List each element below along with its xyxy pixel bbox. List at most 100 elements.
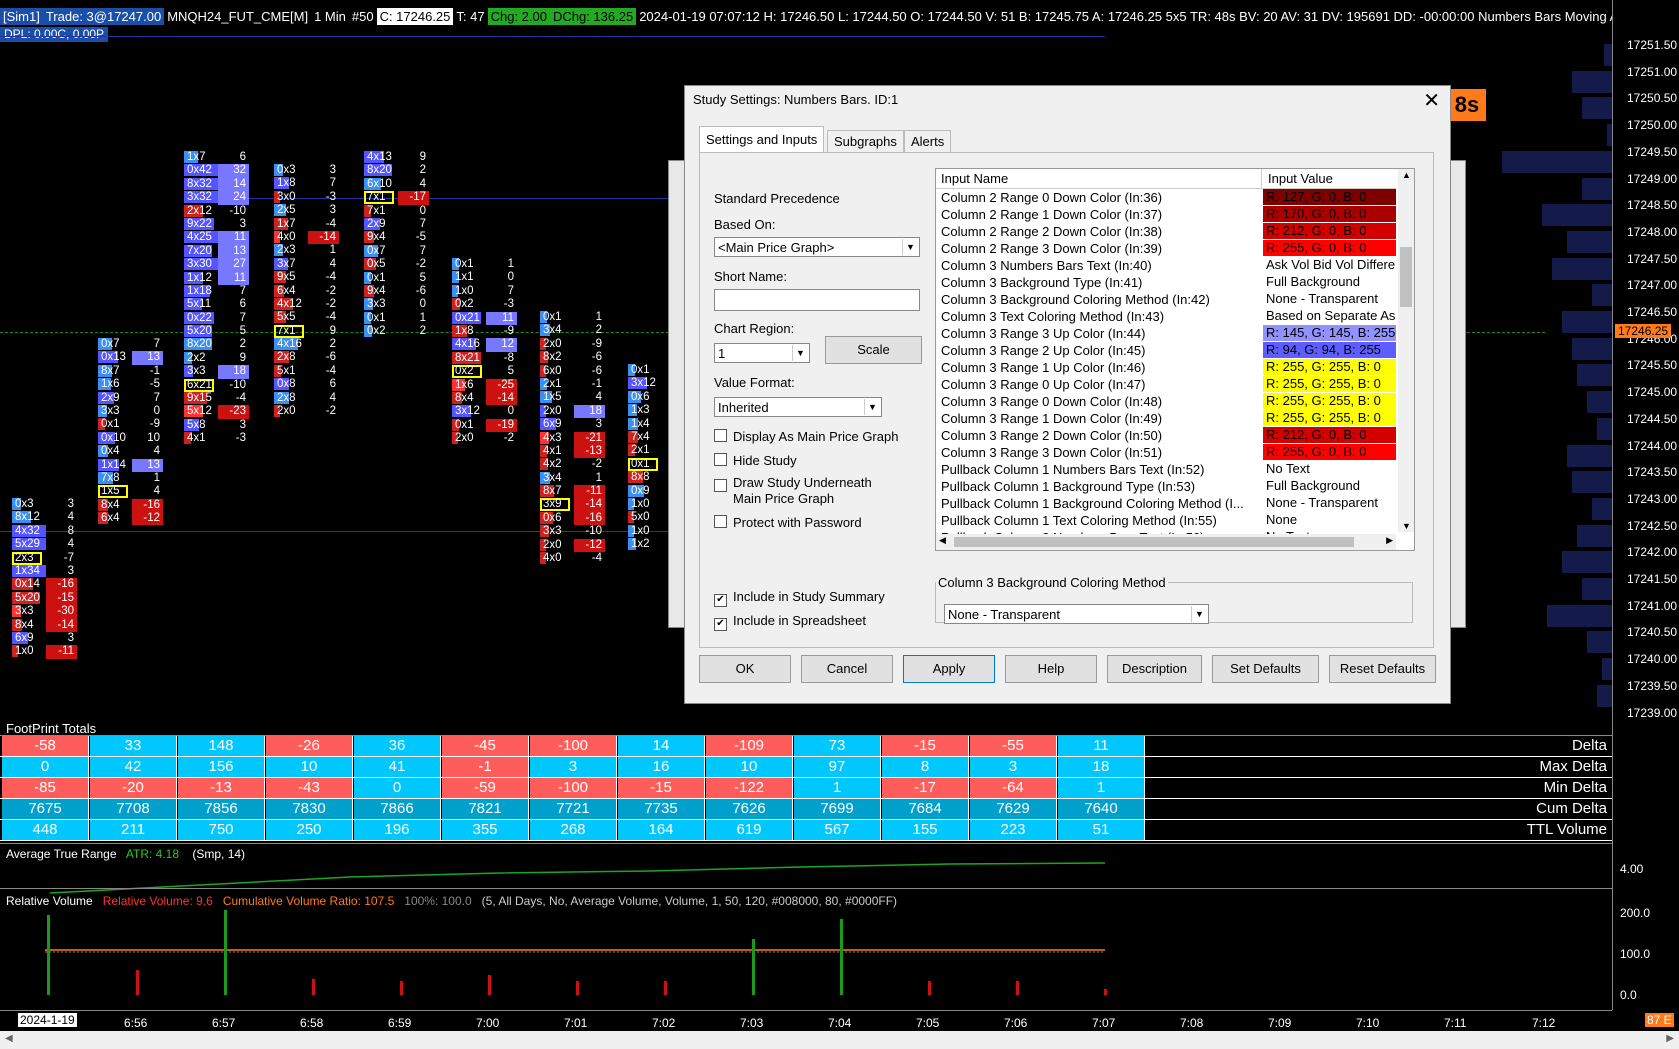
set-defaults-button[interactable]: Set Defaults [1212,655,1319,683]
short-name-input[interactable] [714,289,920,311]
close-icon[interactable]: ✕ [1423,88,1440,113]
grid-row[interactable]: Column 3 Background Type (In:41) Full Bac… [936,274,1396,291]
inputs-grid[interactable]: Input Name Input Value Column 2 Range 0 … [935,168,1415,551]
input-value[interactable]: None [1263,512,1396,528]
draw-underneath-checkbox[interactable]: Draw Study Underneath Main Price Graph [714,475,884,507]
input-value[interactable]: No Text [1263,461,1396,477]
input-value[interactable]: R: 212, G: 0, B: 0 [1263,427,1396,443]
grid-row[interactable]: Pullback Column 1 Background Type (In:53… [936,478,1396,495]
input-value[interactable]: R: 255, G: 255, B: 0 [1263,376,1396,392]
scroll-right-icon[interactable]: ▶ [1666,1033,1674,1044]
scroll-right-icon[interactable]: ▶ [1386,535,1393,546]
ok-button[interactable]: OK [699,655,791,683]
scroll-left-icon[interactable]: ◀ [5,1033,13,1044]
grid-row[interactable]: Pullback Column 1 Text Coloring Method (… [936,512,1396,529]
input-value-header[interactable]: Input Value [1268,171,1333,186]
input-value[interactable]: R: 170, G: 0, B: 0 [1263,206,1396,222]
input-value[interactable]: Full Background [1263,478,1396,494]
horizontal-scrollbar[interactable]: ◀ ▶ [936,534,1396,550]
grid-row[interactable]: Column 3 Background Coloring Method (In:… [936,291,1396,308]
footprint-column[interactable]: 0x1 1 1x1 0 1x0 7 0x2 -3 0x21 11 1x8 -9 4x16 12 8x21 -8… [452,258,517,445]
grid-row[interactable]: Column 3 Numbers Bars Text (In:40) Ask Vo… [936,257,1396,274]
footprint-delta: 2 [419,325,426,338]
chart-region-select[interactable]: 1 ▼ [714,343,810,363]
input-value[interactable]: Ask Vol Bid Vol Differe... [1263,257,1396,273]
footprint-delta: 2 [419,164,426,177]
input-value[interactable]: R: 145, G: 145, B: 255 [1263,325,1396,341]
input-value[interactable]: Based on Separate As... [1263,308,1396,324]
grid-row[interactable]: Column 2 Range 1 Down Color (In:37) R: 17… [936,206,1396,223]
coloring-method-select[interactable]: None - Transparent ▼ [944,604,1209,624]
input-value[interactable]: R: 127, G: 0, B: 0 [1263,189,1396,205]
display-as-main-checkbox[interactable]: Display As Main Price Graph [714,429,898,444]
tab-subgraphs[interactable]: Subgraphs [827,130,904,152]
description-button[interactable]: Description [1107,655,1202,683]
scroll-thumb[interactable] [1400,247,1412,307]
cancel-button[interactable]: Cancel [801,655,893,683]
input-value[interactable]: None - Transparent [1263,291,1396,307]
scroll-thumb-h[interactable] [954,537,1354,547]
grid-row[interactable]: Pullback Column 1 Numbers Bars Text (In:… [936,461,1396,478]
grid-row[interactable]: Column 3 Range 0 Down Color (In:48) R: 25… [936,393,1396,410]
hide-study-checkbox[interactable]: Hide Study [714,453,797,468]
grid-row[interactable]: Column 2 Range 2 Down Color (In:38) R: 21… [936,223,1396,240]
input-value[interactable]: R: 212, G: 0, B: 0 [1263,223,1396,239]
footprint-column[interactable]: 0x3 3 1x8 7 3x0 -3 2x5 3 1x7 -4 4x0 -14 2x3 1 3x7 4 9x5 -… [274,164,339,418]
totals-cell: 7684 [882,799,969,819]
input-value[interactable]: Full Background [1263,274,1396,290]
vertical-scrollbar[interactable]: ▲ ▼ [1398,169,1414,532]
tab-alerts[interactable]: Alerts [904,130,952,152]
bottom-scrollbar[interactable]: ◀ ▶ [0,1031,1679,1049]
footprint-row: 0x21 11 [452,311,517,325]
include-summary-checkbox[interactable]: ✔ Include in Study Summary [714,589,885,607]
relvol-bar [312,979,315,995]
value-format-select[interactable]: Inherited ▼ [714,397,882,417]
input-value[interactable]: R: 255, G: 0, B: 0 [1263,240,1396,256]
grid-row[interactable]: Column 3 Range 1 Down Color (In:49) R: 25… [936,410,1396,427]
grid-row[interactable]: Column 3 Text Coloring Method (In:43) Bas… [936,308,1396,325]
scroll-left-icon[interactable]: ◀ [939,535,946,546]
scroll-up-icon[interactable]: ▲ [1402,170,1411,180]
totals-cell: 223 [970,820,1057,840]
footprint-row: 5x12 -23 [184,405,249,419]
input-name-header[interactable]: Input Name [941,171,1008,186]
based-on-select[interactable]: <Main Price Graph> ▼ [714,237,920,257]
check-icon: ✔ [714,618,727,631]
input-value[interactable]: R: 255, G: 255, B: 0 [1263,393,1396,409]
volume-profile-bar [1567,230,1612,253]
input-value[interactable]: R: 255, G: 0, B: 0 [1263,444,1396,460]
grid-row[interactable]: Column 3 Range 2 Down Color (In:50) R: 21… [936,427,1396,444]
volume-profile-bar [1582,578,1612,600]
apply-button[interactable]: Apply [903,655,995,683]
grid-row[interactable]: Column 3 Range 2 Up Color (In:45) R: 94, … [936,342,1396,359]
input-value[interactable]: None - Transparent [1263,495,1396,511]
footprint-column[interactable]: 0x3 3 8x12 4 4x32 8 5x29 4 2x3 -7 1x34 3 0x14 -16 5x20… [12,498,77,659]
footprint-column[interactable]: 4x13 9 8x20 2 6x10 4 7x1 -17 7x1 0 2x9 7 9x4 -5 0x7 7 0x… [364,151,429,338]
footprint-bid-ask: 1x3 [631,404,650,417]
grid-row[interactable]: Column 3 Range 0 Up Color (In:47) R: 255,… [936,376,1396,393]
scale-button[interactable]: Scale [825,336,922,364]
include-spreadsheet-checkbox[interactable]: ✔ Include in Spreadsheet [714,613,866,631]
value-format-value: Inherited [718,400,769,415]
footprint-delta: 4 [329,257,336,270]
input-value[interactable]: R: 94, G: 94, B: 255 [1263,342,1396,358]
footprint-column[interactable]: 1x7 6 0x42 32 8x32 14 3x32 24 2x12 -10 9x22 3 4x25 11… [184,151,249,446]
help-button[interactable]: Help [1005,655,1097,683]
grid-row[interactable]: Pullback Column 1 Background Coloring Me… [936,495,1396,512]
totals-cell: -100 [530,778,617,798]
footprint-column[interactable]: 0x1 1 3x4 2 2x0 -9 8x2 -6 6x0 -6 2x1 -1 1x5 4 2x0 18 6x9… [540,311,605,565]
grid-row[interactable]: Column 3 Range 1 Up Color (In:46) R: 255,… [936,359,1396,376]
grid-row[interactable]: Column 3 Range 3 Up Color (In:44) R: 145,… [936,325,1396,342]
grid-row[interactable]: Column 3 Range 3 Down Color (In:51) R: 25… [936,444,1396,461]
protect-password-checkbox[interactable]: Protect with Password [714,515,862,530]
reset-defaults-button[interactable]: Reset Defaults [1329,655,1436,683]
tab-settings-and-inputs[interactable]: Settings and Inputs [699,126,825,152]
input-value[interactable]: R: 255, G: 255, B: 0 [1263,410,1396,426]
footprint-bid-ask: 5x20 [15,591,40,604]
footprint-column[interactable]: 0x7 7 0x13 13 8x7 -1 1x6 -5 2x9 7 3x3 0 0x1 -9 0x10 10 0… [98,338,163,526]
grid-row[interactable]: Column 2 Range 0 Down Color (In:36) R: 12… [936,189,1396,206]
input-value[interactable]: R: 255, G: 255, B: 0 [1263,359,1396,375]
pct-100: 100%: 100.0 [404,894,472,908]
scroll-down-icon[interactable]: ▼ [1402,521,1411,531]
grid-row[interactable]: Column 2 Range 3 Down Color (In:39) R: 25… [936,240,1396,257]
